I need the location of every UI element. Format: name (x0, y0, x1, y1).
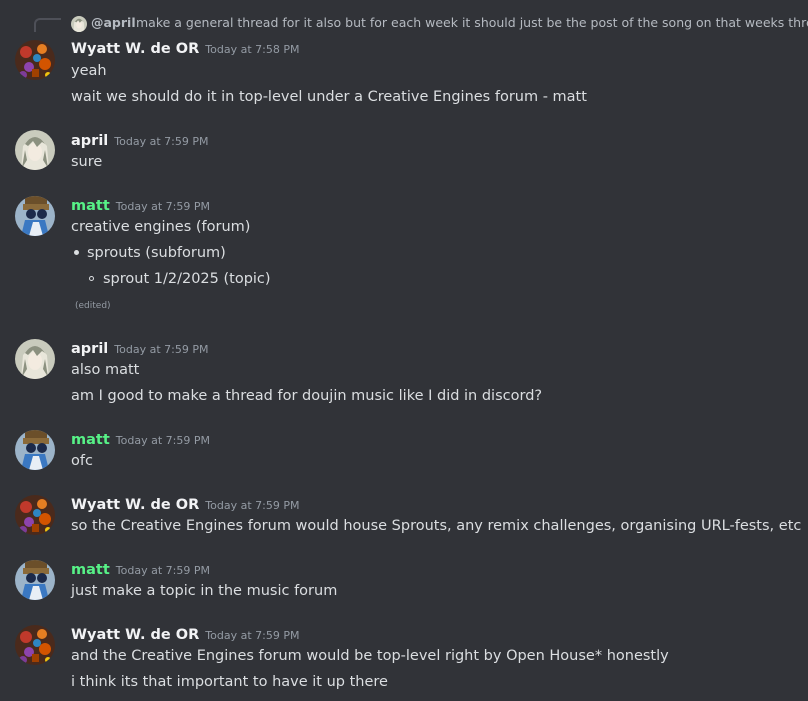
avatar[interactable] (15, 339, 55, 379)
message-author[interactable]: Wyatt W. de OR (71, 497, 199, 513)
message-text: also matt (71, 362, 140, 378)
list-item: sprout 1/2/2025 (topic) (103, 271, 271, 287)
message-text: sure (71, 154, 103, 170)
avatar[interactable] (15, 430, 55, 470)
list-bullet (74, 250, 79, 255)
avatar[interactable] (15, 130, 55, 170)
message-text: am I good to make a thread for doujin mu… (71, 388, 543, 404)
message-timestamp: Today at 7:59 PM (114, 343, 209, 356)
message-author[interactable]: Wyatt W. de OR (71, 41, 199, 57)
chat-message-list: @april make a general thread for it also… (0, 0, 808, 701)
message-timestamp: Today at 7:59 PM (115, 200, 210, 213)
message-text: so the Creative Engines forum would hous… (71, 518, 802, 534)
message-timestamp: Today at 7:59 PM (115, 434, 210, 447)
avatar[interactable] (15, 560, 55, 600)
message-text: yeah (71, 63, 107, 79)
list-item: sprouts (subforum) (87, 245, 226, 261)
message-text: creative engines (forum) (71, 219, 251, 235)
message-text: just make a topic in the music forum (71, 583, 338, 599)
message-author[interactable]: matt (71, 432, 110, 448)
list-bullet (89, 276, 94, 281)
avatar[interactable] (15, 40, 55, 80)
edited-label: (edited) (75, 301, 111, 311)
avatar[interactable] (15, 625, 55, 665)
message-text: and the Creative Engines forum would be … (71, 648, 669, 664)
avatar[interactable] (15, 196, 55, 236)
message-author[interactable]: april (71, 341, 108, 357)
message-timestamp: Today at 7:58 PM (205, 43, 300, 56)
message-timestamp: Today at 7:59 PM (205, 499, 300, 512)
message-text: wait we should do it in top-level under … (71, 89, 587, 105)
avatar[interactable] (15, 495, 55, 535)
message-timestamp: Today at 7:59 PM (114, 135, 209, 148)
message-author[interactable]: matt (71, 198, 110, 214)
message-author[interactable]: april (71, 133, 108, 149)
message-author[interactable]: matt (71, 562, 110, 578)
message-text: ofc (71, 453, 93, 469)
message-timestamp: Today at 7:59 PM (115, 564, 210, 577)
message-author[interactable]: Wyatt W. de OR (71, 627, 199, 643)
reply-avatar[interactable] (71, 16, 87, 32)
reply-connector (34, 18, 61, 32)
reply-mention[interactable]: @april (91, 15, 136, 30)
reply-preview-text[interactable]: make a general thread for it also but fo… (136, 15, 808, 30)
message-text: i think its that important to have it up… (71, 674, 388, 690)
message-timestamp: Today at 7:59 PM (205, 629, 300, 642)
